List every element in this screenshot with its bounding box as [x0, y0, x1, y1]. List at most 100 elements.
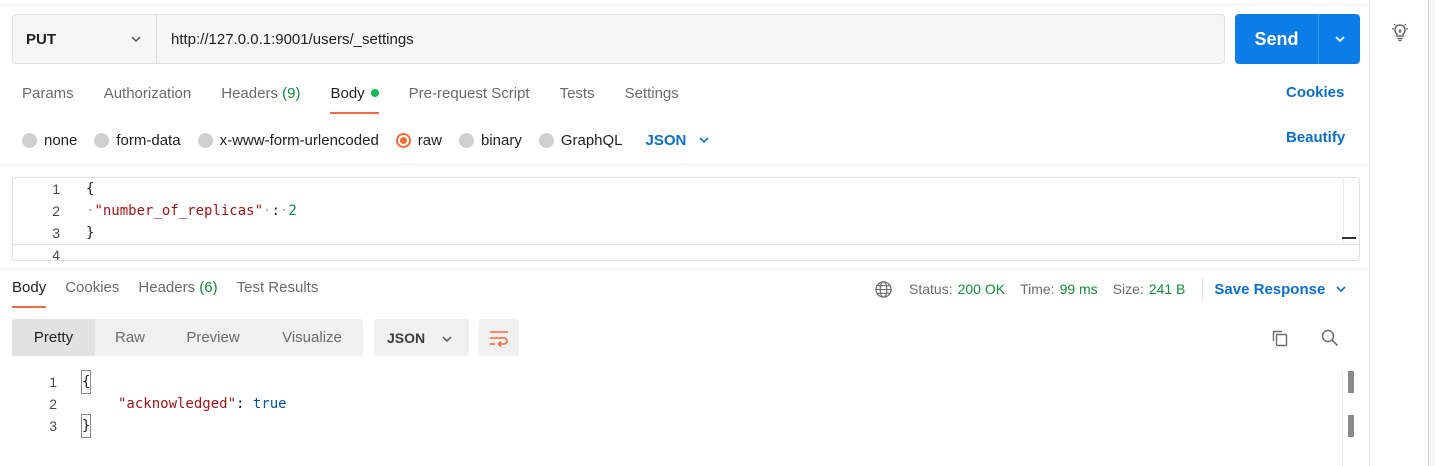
radio-binary[interactable]	[458, 132, 474, 148]
method-select[interactable]: PUT	[13, 15, 157, 63]
radio-form-data[interactable]	[94, 132, 110, 148]
time-value[interactable]: 99 ms	[1060, 281, 1098, 297]
body-language-select[interactable]: JSON	[646, 132, 711, 149]
tab-headers-label: Headers	[221, 85, 278, 102]
send-button[interactable]: Send	[1235, 14, 1319, 64]
line-number: 1	[52, 181, 60, 197]
radio-raw[interactable]	[395, 132, 411, 148]
response-tab-test-results-label: Test Results	[236, 279, 319, 296]
search-icon[interactable]	[1320, 328, 1340, 348]
body-type-binary-label: binary	[480, 131, 522, 149]
copy-icon[interactable]	[1270, 328, 1290, 348]
request-workspace: PUT http://127.0.0.1:9001/users/_setting…	[0, 0, 1370, 466]
body-type-graphql[interactable]: GraphQL	[538, 131, 623, 149]
response-format-select[interactable]: JSON	[374, 319, 469, 356]
response-headers-count: (6)	[199, 279, 218, 296]
tab-body[interactable]: Body	[330, 84, 379, 114]
cookies-link[interactable]: Cookies	[1286, 84, 1344, 101]
scrollbar-marker[interactable]	[1348, 371, 1354, 393]
tab-pre-request-label: Pre-request Script	[408, 85, 530, 102]
radio-urlencoded[interactable]	[197, 132, 213, 148]
size-label: Size:	[1112, 281, 1144, 297]
chevron-down-icon	[699, 137, 709, 144]
line-number: 4	[52, 247, 60, 261]
scrollbar-marker[interactable]	[1348, 415, 1354, 437]
chevron-down-icon	[1336, 286, 1346, 293]
globe-icon[interactable]	[874, 280, 893, 299]
open-brace: {	[80, 370, 92, 394]
body-type-none[interactable]: none	[22, 132, 77, 149]
size-value[interactable]: 241 B	[1149, 281, 1186, 297]
tab-params[interactable]: Params	[22, 84, 74, 114]
editor-ruler	[1343, 178, 1344, 244]
method-label: PUT	[26, 30, 56, 48]
tab-pre-request-script[interactable]: Pre-request Script	[409, 84, 530, 114]
response-tabs: Body Cookies Headers (6) Test Results	[12, 278, 337, 308]
body-type-raw[interactable]: raw	[395, 132, 442, 149]
body-type-graphql-label: GraphQL	[560, 131, 623, 149]
save-response-button[interactable]: Save Response	[1214, 281, 1347, 298]
chevron-down-icon	[1334, 36, 1345, 43]
response-tab-headers[interactable]: Headers (6)	[138, 278, 217, 308]
response-line: 3 }	[0, 414, 1340, 438]
line-number: 3	[52, 225, 60, 241]
tab-headers[interactable]: Headers (9)	[221, 84, 300, 114]
response-tab-cookies-label: Cookies	[65, 279, 120, 296]
json-value: true	[252, 396, 287, 412]
json-value: 2	[288, 203, 297, 219]
json-colon: :	[271, 203, 280, 219]
status-value[interactable]: 200 OK	[958, 281, 1005, 297]
status-label: Status:	[909, 281, 953, 297]
radio-graphql[interactable]	[538, 132, 554, 148]
view-mode-visualize[interactable]: Visualize	[261, 319, 363, 356]
tab-tests-label: Tests	[559, 85, 595, 102]
line-number: 3	[49, 418, 57, 434]
line-number: 1	[49, 374, 57, 390]
tab-authorization[interactable]: Authorization	[104, 84, 192, 114]
close-brace: }	[86, 225, 95, 241]
response-tab-test-results[interactable]: Test Results	[237, 278, 319, 308]
chevron-down-icon	[442, 336, 452, 343]
tab-settings[interactable]: Settings	[625, 84, 679, 114]
tab-tests[interactable]: Tests	[560, 84, 595, 114]
divider	[0, 164, 1370, 165]
view-mode-raw[interactable]: Raw	[95, 319, 165, 356]
send-options-button[interactable]	[1319, 14, 1360, 64]
editor-scrollbar[interactable]	[1342, 237, 1356, 239]
tab-body-label: Body	[330, 85, 365, 102]
wrap-lines-button[interactable]	[479, 319, 519, 356]
body-type-selector: none form-data x-www-form-urlencoded raw…	[22, 129, 710, 151]
body-type-urlencoded[interactable]: x-www-form-urlencoded	[197, 131, 379, 149]
body-type-none-label: none	[44, 131, 78, 149]
response-status-bar: Status: 200 OK Time: 99 ms Size: 241 B S…	[874, 278, 1347, 300]
body-type-form-data[interactable]: form-data	[94, 132, 181, 149]
editor-line: 4	[13, 244, 1359, 261]
response-tab-body[interactable]: Body	[12, 278, 47, 308]
url-input[interactable]: http://127.0.0.1:9001/users/_settings	[157, 15, 1224, 63]
request-body-editor[interactable]: 1 { 2 ·"number_of_replicas"·:·2 3 } 4	[12, 177, 1360, 261]
tab-params-label: Params	[22, 85, 74, 102]
response-body-viewer[interactable]: 1 { 2 "acknowledged": true 3 }	[0, 370, 1340, 466]
body-type-binary[interactable]: binary	[458, 131, 522, 149]
view-mode-pretty[interactable]: Pretty	[12, 319, 95, 356]
lightbulb-icon[interactable]	[1389, 21, 1411, 43]
response-tab-cookies[interactable]: Cookies	[65, 278, 119, 308]
tab-authorization-label: Authorization	[103, 85, 192, 102]
time-label: Time:	[1020, 281, 1055, 297]
chevron-down-icon	[131, 36, 141, 43]
response-tab-body-label: Body	[12, 279, 47, 296]
response-line: 2 "acknowledged": true	[0, 393, 1340, 415]
viewer-ruler	[1342, 371, 1343, 466]
editor-line: 3 }	[13, 222, 1359, 244]
editor-line: 2 ·"number_of_replicas"·:·2	[13, 200, 1359, 222]
code-content: "acknowledged": true	[118, 393, 287, 415]
body-indicator-dot	[370, 89, 379, 97]
radio-none[interactable]	[22, 132, 37, 148]
line-number: 2	[49, 396, 57, 412]
right-sidebar	[1371, 0, 1435, 466]
window-edge	[1428, 0, 1435, 466]
view-mode-preview[interactable]: Preview	[165, 319, 261, 356]
body-type-urlencoded-label: x-www-form-urlencoded	[219, 131, 379, 149]
response-line: 1 {	[0, 370, 1340, 394]
beautify-link[interactable]: Beautify	[1286, 129, 1345, 146]
